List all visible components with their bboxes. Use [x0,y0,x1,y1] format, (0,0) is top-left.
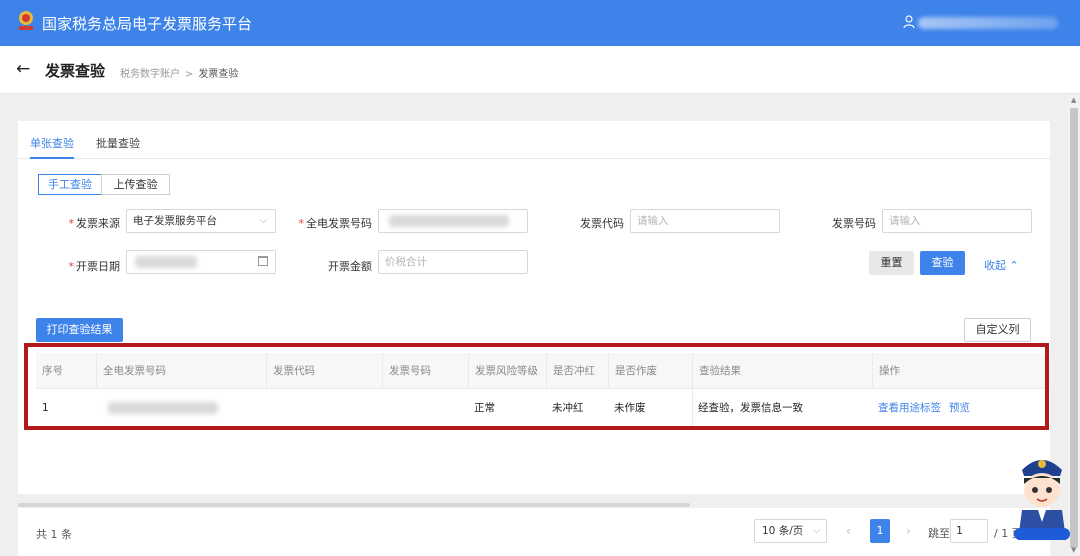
cell-actions: 查看用途标签 预览 [872,389,1050,427]
collapse-toggle[interactable]: 收起 ⌃ [984,257,1019,273]
chevron-up-icon: ⌃ [1009,259,1019,272]
cell-verify-result: 经查验，发票信息一致 [698,402,803,414]
reset-button[interactable]: 重置 [869,251,914,275]
tab-single-verify[interactable]: 单张查验 [30,135,74,151]
mode-manual-button[interactable]: 手工查验 [38,174,102,195]
page-size-select[interactable]: 10 条/页 ⌵ [754,519,827,543]
tab-bar: 单张查验 批量查验 [18,121,1050,159]
jump-label: 跳至 [928,527,950,540]
source-label: * 发票来源 [68,217,121,230]
issue-date-label: * 开票日期 [68,260,121,273]
arrow-left-icon[interactable]: ← [16,59,30,79]
assistant-mascot-icon[interactable] [1010,448,1074,548]
prev-page-icon[interactable]: ‹ [846,519,851,543]
required-mark: * [68,260,75,273]
check-button[interactable]: 查验 [920,251,965,275]
user-icon[interactable] [903,15,915,29]
pagination-bar: 共 1 条 10 条/页 ⌵ ‹ 1 › 跳至 1 / 1 页 [18,508,1050,556]
verify-card: 单张查验 批量查验 手工查验 上传查验 * 发票来源 电子发票服务平台 ⌵ * 全电发… [18,121,1050,494]
source-select[interactable]: 电子发票服务平台 ⌵ [126,209,276,233]
source-value: 电子发票服务平台 [133,215,217,227]
top-bar: 国家税务总局电子发票服务平台 [0,0,1080,46]
table-header: 序号 全电发票号码 发票代码 发票号码 发票风险等级 是否冲红 是否作废 查验结… [36,353,1050,389]
col-invoice-no: 发票号码 [382,353,468,389]
app-title: 国家税务总局电子发票服务平台 [42,15,253,33]
chevron-down-icon: ⌵ [813,526,820,536]
page-header: ← 发票查验 税务数字账户 > 发票查验 [0,46,1080,94]
tax-emblem-icon [19,11,33,30]
mode-upload-button[interactable]: 上传查验 [101,174,170,195]
cell-red-flush: 未冲红 [552,402,584,414]
required-mark: * [68,217,75,230]
col-invoice-code: 发票代码 [266,353,382,389]
horizontal-scrollbar[interactable] [18,503,690,507]
invoice-no-input[interactable]: 请输入 [882,209,1032,233]
jump-page-input[interactable]: 1 [950,519,988,543]
tab-active-indicator [30,157,74,159]
issue-date-redacted [135,256,197,268]
amount-label: 开票金额 [328,260,372,273]
full-number-input[interactable] [378,209,528,233]
chevron-down-icon: ⌵ [259,215,267,226]
cell-full-number [96,389,266,427]
next-page-icon[interactable]: › [906,519,911,543]
issue-date-picker[interactable] [126,250,276,274]
total-count: 共 1 条 [36,528,72,541]
preview-link[interactable]: 预览 [949,402,970,414]
scroll-up-icon[interactable]: ▲ [1071,96,1076,104]
full-number-redacted [389,215,509,227]
invoice-code-label: 发票代码 [580,217,624,230]
breadcrumb-item-current: 发票查验 [198,69,239,80]
col-full-number: 全电发票号码 [96,353,266,389]
breadcrumb: 税务数字账户 > 发票查验 [120,65,238,80]
col-voided: 是否作废 [608,353,692,389]
breadcrumb-item-account[interactable]: 税务数字账户 [120,69,180,80]
full-number-redacted [108,402,218,414]
page-title: 发票查验 [45,62,106,80]
required-mark: * [298,217,305,230]
custom-columns-button[interactable]: 自定义列 [964,318,1031,342]
col-actions: 操作 [872,353,1050,389]
cell-index: 1 [42,402,49,414]
table-row: 1 正常 未冲红 未作废 经查验，发票信息一致 查看用途标签 预览 [36,389,1050,427]
cell-risk-level: 正常 [474,402,495,414]
col-index: 序号 [42,365,63,377]
cell-voided: 未作废 [614,402,646,414]
full-number-label: * 全电发票号码 [298,217,373,230]
view-usage-tags-link[interactable]: 查看用途标签 [878,402,941,414]
user-name-redacted[interactable] [918,17,1058,29]
amount-input[interactable]: 价税合计 [378,250,528,274]
print-results-button[interactable]: 打印查验结果 [36,318,123,342]
tab-batch-verify[interactable]: 批量查验 [96,135,140,151]
invoice-code-input[interactable]: 请输入 [630,209,780,233]
col-verify-result: 查验结果 [692,353,872,389]
invoice-no-label: 发票号码 [832,217,876,230]
breadcrumb-separator: > [185,69,194,80]
col-red-flush: 是否冲红 [546,353,608,389]
page-number-button[interactable]: 1 [870,519,890,543]
calendar-icon [258,256,268,266]
col-risk-level: 发票风险等级 [468,353,546,389]
